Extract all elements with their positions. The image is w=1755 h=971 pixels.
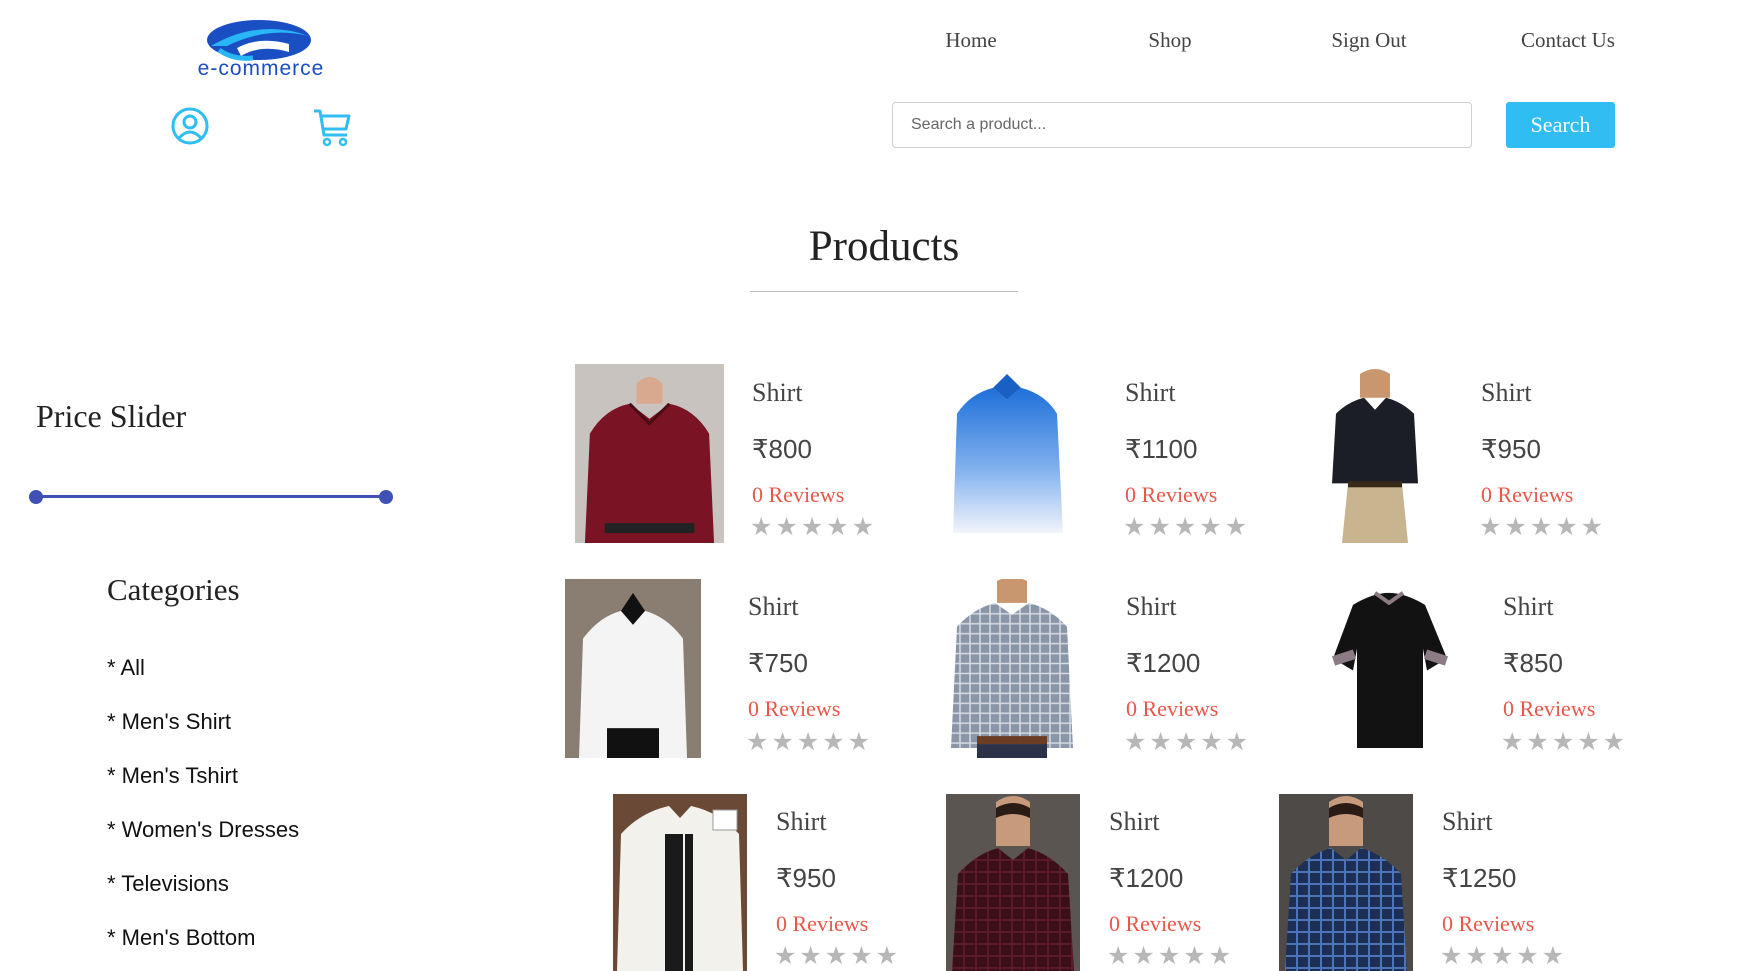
price-slider-min-handle[interactable] — [29, 490, 43, 504]
rating-stars: ★★★★★ — [1440, 943, 1568, 970]
nav-sign-out[interactable]: Sign Out — [1331, 28, 1406, 53]
rating-stars: ★★★★★ — [774, 943, 902, 970]
rating-stars: ★★★★★ — [1479, 514, 1607, 541]
product-price: ₹950 — [1481, 434, 1541, 464]
product-price: ₹850 — [1503, 648, 1563, 678]
category-mens-tshirt[interactable]: * Men's Tshirt — [107, 763, 238, 789]
product-reviews: 0 Reviews — [1481, 482, 1574, 507]
product-image[interactable] — [1305, 579, 1475, 758]
rating-stars: ★★★★★ — [1107, 943, 1235, 970]
product-image[interactable] — [613, 794, 747, 971]
title-divider — [750, 291, 1018, 292]
user-icon[interactable] — [171, 107, 209, 150]
product-reviews: 0 Reviews — [1125, 482, 1218, 507]
product-image[interactable] — [1279, 794, 1413, 971]
price-slider-track[interactable] — [36, 495, 385, 498]
product-reviews: 0 Reviews — [1503, 696, 1596, 721]
price-slider-max-handle[interactable] — [379, 490, 393, 504]
category-all[interactable]: * All — [107, 655, 145, 681]
product-reviews: 0 Reviews — [748, 696, 841, 721]
product-reviews: 0 Reviews — [1126, 696, 1219, 721]
product-image[interactable] — [945, 579, 1080, 758]
price-slider-title: Price Slider — [36, 398, 187, 434]
product-reviews: 0 Reviews — [776, 911, 869, 936]
rating-stars: ★★★★★ — [750, 514, 878, 541]
product-name[interactable]: Shirt — [1442, 807, 1493, 837]
product-name[interactable]: Shirt — [748, 592, 799, 622]
product-name[interactable]: Shirt — [1125, 378, 1176, 408]
nav-contact-us[interactable]: Contact Us — [1521, 28, 1615, 53]
category-mens-shirt[interactable]: * Men's Shirt — [107, 709, 231, 735]
product-image[interactable] — [946, 794, 1080, 971]
product-price: ₹1100 — [1125, 434, 1198, 464]
site-logo[interactable]: e-commerce — [149, 18, 373, 80]
logo-text: e-commerce — [198, 57, 325, 78]
rating-stars: ★★★★★ — [1123, 514, 1251, 541]
product-reviews: 0 Reviews — [752, 482, 845, 507]
category-womens-dresses[interactable]: * Women's Dresses — [107, 817, 299, 843]
cart-icon[interactable] — [311, 107, 353, 154]
product-name[interactable]: Shirt — [752, 378, 803, 408]
product-reviews: 0 Reviews — [1442, 911, 1535, 936]
product-image[interactable] — [575, 364, 724, 543]
category-mens-bottom[interactable]: * Men's Bottom — [107, 925, 255, 951]
product-name[interactable]: Shirt — [1503, 592, 1554, 622]
product-name[interactable]: Shirt — [1481, 378, 1532, 408]
product-reviews: 0 Reviews — [1109, 911, 1202, 936]
product-price: ₹750 — [748, 648, 808, 678]
product-name[interactable]: Shirt — [1126, 592, 1177, 622]
rating-stars: ★★★★★ — [746, 729, 874, 756]
rating-stars: ★★★★★ — [1124, 729, 1252, 756]
page-title: Products — [808, 223, 960, 270]
product-price: ₹950 — [776, 863, 836, 893]
search-input[interactable] — [892, 102, 1472, 148]
nav-home[interactable]: Home — [945, 28, 996, 53]
product-name[interactable]: Shirt — [776, 807, 827, 837]
search-button[interactable]: Search — [1506, 102, 1615, 148]
product-price: ₹1200 — [1126, 648, 1201, 678]
product-price: ₹800 — [752, 434, 812, 464]
categories-title: Categories — [107, 572, 240, 607]
product-image[interactable] — [945, 364, 1070, 543]
product-price: ₹1250 — [1442, 863, 1517, 893]
category-televisions[interactable]: * Televisions — [107, 871, 229, 897]
product-image[interactable] — [565, 579, 701, 758]
product-price: ₹1200 — [1109, 863, 1184, 893]
nav-shop[interactable]: Shop — [1148, 28, 1191, 53]
product-image[interactable] — [1320, 364, 1430, 543]
product-name[interactable]: Shirt — [1109, 807, 1160, 837]
rating-stars: ★★★★★ — [1501, 729, 1629, 756]
